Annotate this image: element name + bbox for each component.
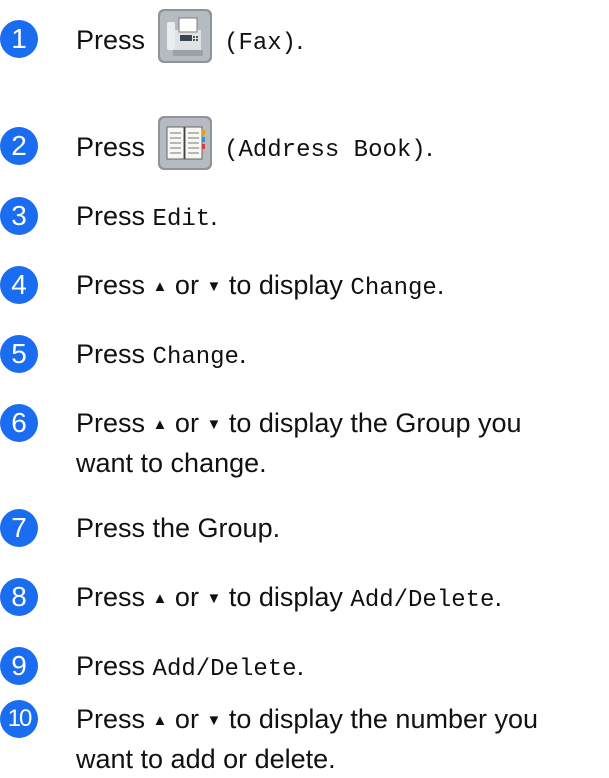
fax-machine-icon (157, 9, 212, 63)
step-number-badge: 8 (0, 578, 38, 616)
step-text: Press Edit. (76, 201, 218, 233)
step-text: Press ▲ or ▼ to display Change. (76, 270, 445, 302)
down-arrow-icon: ▼ (206, 590, 222, 607)
step-text: Press ▲ or ▼ to display Add/Delete. (76, 582, 502, 614)
up-arrow-icon: ▲ (152, 416, 168, 433)
step-number-badge: 3 (0, 197, 38, 235)
up-arrow-icon: ▲ (152, 590, 168, 607)
step-text: Press ▲ or ▼ to display the number you w… (76, 704, 539, 774)
step-text: Press the Group. (76, 513, 281, 543)
up-arrow-icon: ▲ (152, 278, 168, 295)
step-number-badge: 9 (0, 647, 38, 685)
down-arrow-icon: ▼ (206, 278, 222, 295)
step-text: Press ▲ or ▼ to display the Group you wa… (76, 408, 522, 478)
step-text: Press Change. (76, 339, 247, 371)
step-number-badge: 10 (0, 700, 38, 738)
step-number-badge: 1 (0, 20, 38, 58)
step-text: Press Add/Delete. (76, 651, 305, 683)
step-number-badge: 2 (0, 127, 38, 165)
down-arrow-icon: ▼ (206, 416, 222, 433)
step-number-badge: 5 (0, 335, 38, 373)
step-number-badge: 7 (0, 509, 38, 547)
step-text: Press (Address Book). (76, 116, 609, 171)
up-arrow-icon: ▲ (152, 712, 168, 729)
step-number-badge: 6 (0, 404, 38, 442)
down-arrow-icon: ▼ (206, 712, 222, 729)
step-number-badge: 4 (0, 266, 38, 304)
step-text: Press (Fax). (76, 9, 609, 64)
address-book-icon (157, 116, 212, 170)
